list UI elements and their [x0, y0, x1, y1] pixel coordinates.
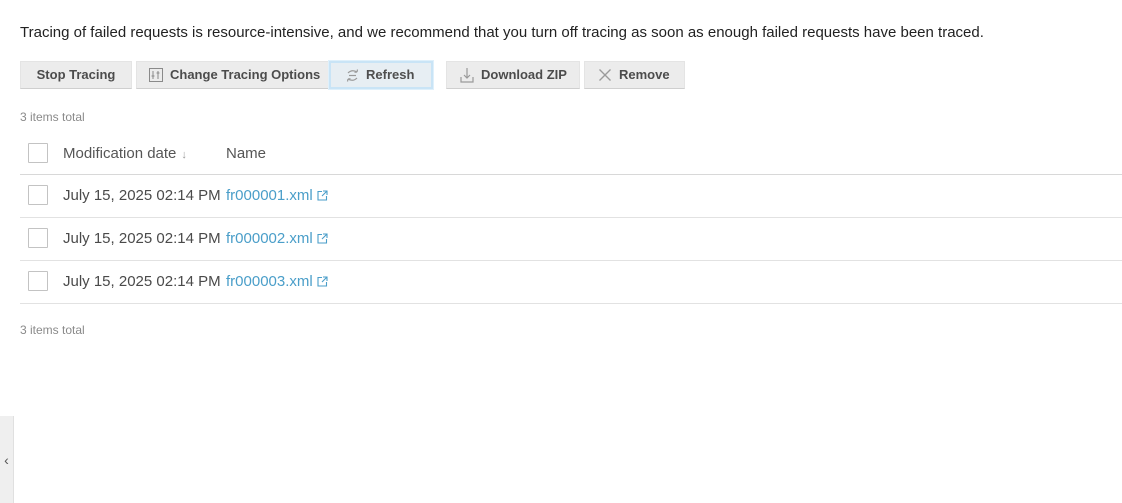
sort-arrow-icon: ↓ — [181, 149, 187, 161]
sliders-icon — [148, 67, 164, 83]
file-link[interactable]: fr000002.xml — [226, 230, 328, 247]
remove-label: Remove — [619, 67, 670, 82]
file-link[interactable]: fr000003.xml — [226, 273, 328, 290]
table-row: July 15, 2025 02:14 PM fr000001.xml — [20, 175, 1122, 218]
file-link-text: fr000002.xml — [226, 230, 313, 247]
download-icon — [459, 67, 475, 83]
change-tracing-options-button[interactable]: Change Tracing Options — [136, 61, 348, 89]
select-all-checkbox[interactable] — [28, 143, 48, 163]
change-tracing-options-label: Change Tracing Options — [170, 67, 321, 82]
file-link-text: fr000003.xml — [226, 273, 313, 290]
row-checkbox[interactable] — [28, 228, 48, 248]
row-date: July 15, 2025 02:14 PM — [63, 273, 221, 290]
file-link-text: fr000001.xml — [226, 187, 313, 204]
side-panel-toggle[interactable]: ‹ — [0, 416, 14, 503]
column-name[interactable]: Name — [226, 133, 266, 174]
file-link[interactable]: fr000001.xml — [226, 187, 328, 204]
remove-button[interactable]: Remove — [584, 61, 685, 89]
remove-icon — [597, 67, 613, 83]
external-link-icon — [317, 176, 328, 218]
files-table: Modification date ↓ Name July 15, 2025 02… — [20, 133, 1122, 304]
download-zip-label: Download ZIP — [481, 67, 567, 82]
row-checkbox[interactable] — [28, 185, 48, 205]
external-link-icon — [317, 262, 328, 304]
stop-tracing-label: Stop Tracing — [36, 67, 116, 82]
items-total-top: 3 items total — [20, 110, 85, 124]
row-checkbox[interactable] — [28, 271, 48, 291]
refresh-label: Refresh — [366, 67, 415, 82]
table-row: July 15, 2025 02:14 PM fr000002.xml — [20, 218, 1122, 261]
download-zip-button[interactable]: Download ZIP — [446, 61, 580, 89]
row-name-cell: fr000002.xml — [226, 218, 328, 261]
refresh-icon — [344, 67, 360, 83]
chevron-left-icon: ‹ — [4, 451, 9, 468]
items-total-bottom: 3 items total — [20, 323, 85, 337]
column-name-label: Name — [226, 145, 267, 162]
refresh-button[interactable]: Refresh — [329, 61, 433, 89]
table-row: July 15, 2025 02:14 PM fr000003.xml — [20, 261, 1122, 304]
row-name-cell: fr000001.xml — [226, 175, 328, 218]
stop-tracing-button[interactable]: Stop Tracing — [20, 61, 132, 89]
intro-text: Tracing of failed requests is resource-i… — [20, 24, 984, 41]
column-modification-date-label: Modification date — [63, 145, 177, 162]
row-date: July 15, 2025 02:14 PM — [63, 230, 221, 247]
row-name-cell: fr000003.xml — [226, 261, 328, 304]
external-link-icon — [317, 219, 328, 261]
row-date: July 15, 2025 02:14 PM — [63, 187, 221, 204]
column-modification-date[interactable]: Modification date ↓ — [63, 133, 187, 176]
table-header: Modification date ↓ Name — [20, 133, 1122, 175]
